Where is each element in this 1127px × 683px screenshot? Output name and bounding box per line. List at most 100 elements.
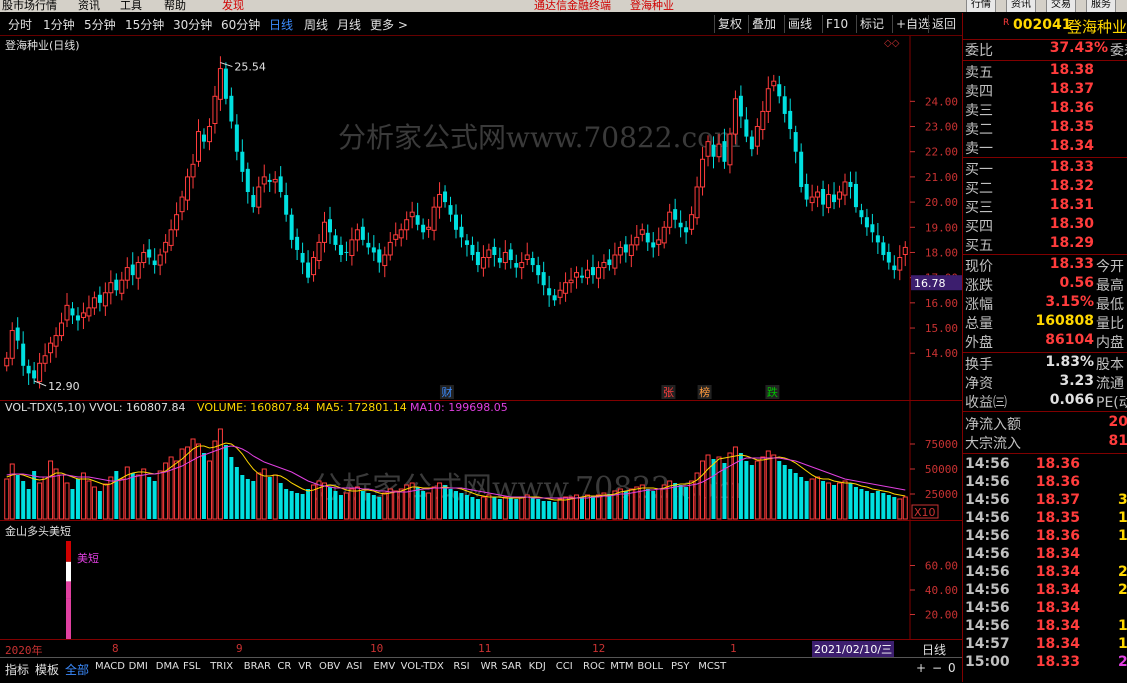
back-button[interactable]: 返回 xyxy=(928,15,959,33)
indicator-tab[interactable]: 模板 xyxy=(35,661,59,678)
indicator-segment xyxy=(66,581,71,599)
indicator-tab[interactable]: 全部 xyxy=(65,661,89,678)
indicator-tab[interactable]: RSI xyxy=(453,661,469,672)
top-tab-news[interactable]: 资讯 xyxy=(1006,0,1036,12)
menu-item-discover[interactable]: 发现 xyxy=(222,0,244,12)
top-tab-quote[interactable]: 行情 xyxy=(966,0,996,12)
volume-bar xyxy=(826,482,832,520)
candle-body xyxy=(311,257,317,276)
candle-body xyxy=(201,134,206,142)
tick-row-value: 18.36 xyxy=(1035,474,1080,490)
period-60min[interactable]: 60分钟 xyxy=(221,16,260,33)
volume-bar xyxy=(788,469,793,519)
tick-row: 14:56 18.34 2 xyxy=(963,564,1127,583)
volume-bar xyxy=(37,482,43,520)
candle-body xyxy=(902,246,908,255)
indicator-tab[interactable]: VOL-TDX xyxy=(401,661,444,672)
price-chart-panel[interactable]: 登海种业(日线) ◇◇ 分析家公式网www.70822.com 24.00 23.… xyxy=(0,36,962,400)
period-daily[interactable]: 日线 xyxy=(269,16,293,33)
volume-bar xyxy=(502,496,508,520)
menu-item-tools[interactable]: 工具 xyxy=(120,0,142,12)
period-more[interactable]: 更多 > xyxy=(370,16,408,33)
top-tab-service[interactable]: 服务 xyxy=(1086,0,1116,12)
indicator-tab[interactable]: MTM xyxy=(610,661,633,672)
overlay-button[interactable]: 叠加 xyxy=(748,15,779,33)
indicator-tab[interactable]: WR xyxy=(481,661,498,672)
period-toolbar: 分时 1分钟 5分钟 15分钟 30分钟 60分钟 日线 周线 月线 更多 > … xyxy=(0,13,962,36)
zoom-in-button[interactable]: + xyxy=(916,661,926,675)
candle-body xyxy=(623,244,628,253)
stat2-row-label: 净资 xyxy=(965,376,993,392)
indicator-tab[interactable]: CR xyxy=(277,661,291,672)
period-fenshi[interactable]: 分时 xyxy=(8,16,32,33)
volume-bar xyxy=(678,485,683,519)
indicator-tab[interactable]: BOLL xyxy=(637,661,663,672)
candle-body xyxy=(354,229,360,241)
candle-body xyxy=(777,84,782,97)
mark-button[interactable]: 标记 xyxy=(856,15,887,33)
indicator-tab[interactable]: EMV xyxy=(373,661,395,672)
draw-line-button[interactable]: 画线 xyxy=(784,15,815,33)
indicator-tab[interactable]: CCI xyxy=(556,661,573,672)
candle-body xyxy=(333,235,338,245)
candle-body xyxy=(454,214,458,230)
candle-body xyxy=(744,119,749,137)
reset-button[interactable]: 0 xyxy=(948,661,956,675)
candle-body xyxy=(809,196,815,204)
indicator-tab[interactable]: 指标 xyxy=(5,661,29,678)
indicator-tab[interactable]: MCST xyxy=(698,661,726,672)
indicator-tab[interactable]: ROC xyxy=(583,661,605,672)
period-15min[interactable]: 15分钟 xyxy=(125,16,164,33)
fuquan-button[interactable]: 复权 xyxy=(714,15,745,33)
indicator-tab[interactable]: VR xyxy=(298,661,312,672)
candle-body xyxy=(639,229,645,235)
indicator-tab[interactable]: KDJ xyxy=(529,661,546,672)
candle-body xyxy=(382,254,388,267)
tick-row-value: 18.34 xyxy=(1035,564,1080,580)
volume-bar xyxy=(80,472,86,520)
indicator-panel[interactable]: 金山多头美短 60.00 40.00 20.00 美短 xyxy=(0,521,962,639)
period-monthly[interactable]: 月线 xyxy=(337,16,361,33)
tick-row-volume: 24 xyxy=(1118,654,1127,670)
period-weekly[interactable]: 周线 xyxy=(304,16,328,33)
period-1min[interactable]: 1分钟 xyxy=(43,16,75,33)
indicator-tab[interactable]: OBV xyxy=(319,661,340,672)
menu-item-help[interactable]: 帮助 xyxy=(164,0,186,12)
volume-bar xyxy=(749,465,754,519)
period-5min[interactable]: 5分钟 xyxy=(84,16,116,33)
indicator-tab[interactable]: PSY xyxy=(671,661,690,672)
indicator-chart[interactable]: 60.00 40.00 20.00 xyxy=(0,521,962,639)
f10-button[interactable]: F10 xyxy=(822,15,851,33)
ask-row-value: 18.36 xyxy=(1049,100,1094,116)
candle-body xyxy=(185,176,191,201)
period-30min[interactable]: 30分钟 xyxy=(173,16,212,33)
candlestick-chart[interactable]: 24.0023.0022.0021.0020.0019.0018.0017.00… xyxy=(0,36,962,400)
zoom-out-button[interactable]: − xyxy=(932,661,942,675)
stat-row-label2: 今开 xyxy=(1096,259,1124,275)
volume-chart[interactable]: 75000 50000 25000 X10 xyxy=(0,401,962,520)
x-label-nov: 11 xyxy=(478,642,492,655)
indicator-tab[interactable]: SAR xyxy=(501,661,521,672)
indicator-tab[interactable]: BRAR xyxy=(244,661,271,672)
indicator-tab[interactable]: TRIX xyxy=(210,661,233,672)
indicator-tab[interactable]: DMI xyxy=(129,661,148,672)
menu-item-market[interactable]: 股市场行情 xyxy=(2,0,57,12)
weibi-label: 委比 xyxy=(965,43,993,59)
indicator-tab[interactable]: MACD xyxy=(95,661,125,672)
volume-bar xyxy=(716,456,722,520)
indicator-tab[interactable]: ASI xyxy=(346,661,362,672)
volume-bar xyxy=(645,489,650,519)
volume-bar xyxy=(217,428,223,520)
indicator-tab[interactable]: DMA xyxy=(156,661,179,672)
volume-panel[interactable]: VOL-TDX(5,10) VVOL: 160807.84 VOLUME: 16… xyxy=(0,401,962,520)
add-watchlist-button[interactable]: +自选 xyxy=(892,15,933,33)
menu-item-news[interactable]: 资讯 xyxy=(78,0,100,12)
candle-body xyxy=(147,249,152,258)
candle-body xyxy=(530,258,535,266)
volume-bar xyxy=(832,485,837,519)
top-tab-trade[interactable]: 交易 xyxy=(1046,0,1076,12)
indicator-tab[interactable]: FSL xyxy=(183,661,201,672)
candle-body xyxy=(552,295,557,301)
volume-bar xyxy=(415,487,420,519)
candle-body xyxy=(157,254,163,266)
